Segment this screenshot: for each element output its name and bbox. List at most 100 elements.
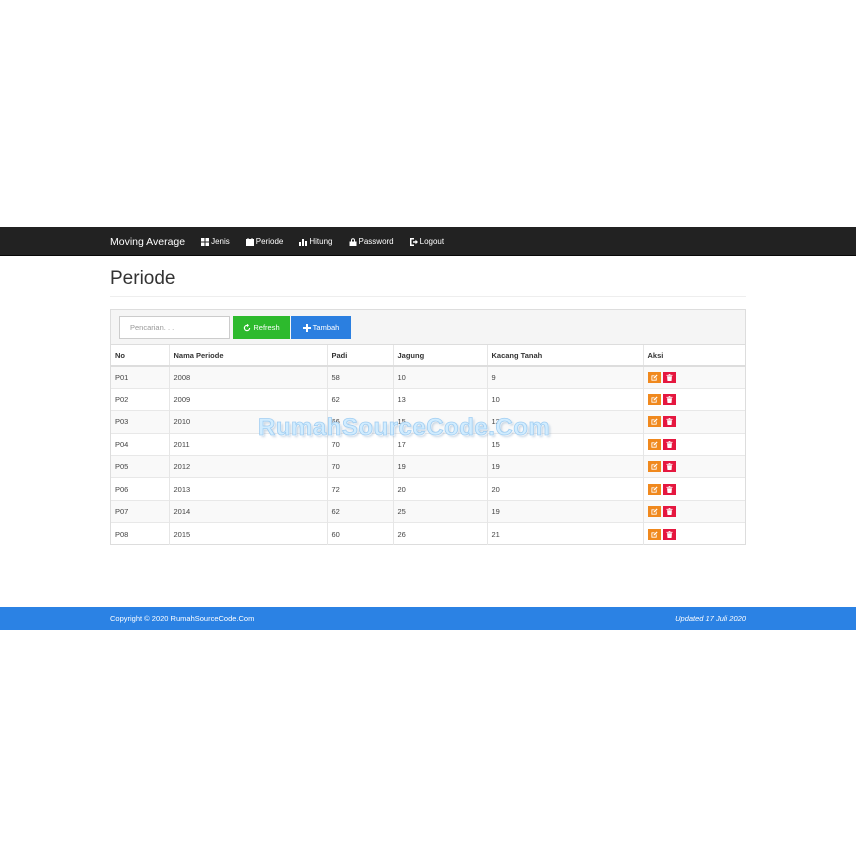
delete-button[interactable] <box>662 506 676 518</box>
cell-nama-periode: 2010 <box>169 410 328 434</box>
edit-icon <box>650 463 658 470</box>
delete-button[interactable] <box>662 528 676 540</box>
cell-jagung: 17 <box>393 432 488 456</box>
cell-aksi <box>643 499 745 523</box>
edit-button[interactable] <box>647 506 661 518</box>
footer-updated: Updated 17 Juli 2020 <box>675 614 746 623</box>
cell-no: P08 <box>111 522 170 546</box>
cell-jagung: 20 <box>393 477 488 501</box>
calendar-icon <box>245 237 254 246</box>
header-nama-periode: Nama Periode <box>169 345 328 367</box>
edit-button[interactable] <box>647 371 661 383</box>
nav-item-periode[interactable]: Periode <box>245 237 284 246</box>
delete-button[interactable] <box>662 371 676 383</box>
table-row: P02 2009 62 13 10 <box>111 387 745 411</box>
trash-icon <box>665 440 673 448</box>
trash-icon <box>665 530 673 538</box>
cell-aksi <box>643 387 745 411</box>
trash-icon <box>665 463 673 471</box>
header-kacang-tanah: Kacang Tanah <box>487 345 644 367</box>
trash-icon <box>665 396 673 404</box>
cell-padi: 70 <box>327 432 394 456</box>
nav-item-jenis[interactable]: Jenis <box>201 237 230 246</box>
edit-icon <box>650 486 658 493</box>
add-button-label: Tambah <box>312 323 340 332</box>
cell-jagung: 19 <box>393 455 488 478</box>
search-input[interactable] <box>119 316 230 339</box>
table-header-row: No Nama Periode Padi Jagung Kacang Tanah… <box>111 345 745 367</box>
header-no: No <box>111 345 170 367</box>
row-actions <box>647 528 742 540</box>
cell-jagung: 25 <box>393 499 488 523</box>
cell-no: P02 <box>111 387 170 411</box>
row-actions <box>647 371 742 383</box>
nav-item-password[interactable]: Password <box>349 237 394 246</box>
edit-icon <box>650 531 658 538</box>
top-navbar: Moving Average Jenis Periode Hitung Pass… <box>0 227 856 256</box>
cell-kacang-tanah: 15 <box>487 432 644 456</box>
row-actions <box>647 438 742 450</box>
row-actions <box>647 483 742 495</box>
footer-copyright: Copyright © 2020 RumahSourceCode.Com <box>110 614 255 623</box>
cell-aksi <box>643 477 745 501</box>
row-actions <box>647 461 742 473</box>
delete-button[interactable] <box>662 461 676 473</box>
edit-icon <box>650 374 658 381</box>
nav-item-hitung[interactable]: Hitung <box>299 237 333 246</box>
header-aksi: Aksi <box>643 345 745 367</box>
edit-icon <box>650 396 658 403</box>
table-row: P04 2011 70 17 15 <box>111 432 745 456</box>
delete-button[interactable] <box>662 416 676 428</box>
cell-no: P05 <box>111 455 170 478</box>
table-row: P07 2014 62 25 19 <box>111 499 745 523</box>
nav-item-label: Logout <box>419 237 445 246</box>
cell-nama-periode: 2008 <box>169 365 328 389</box>
cell-kacang-tanah: 20 <box>487 477 644 501</box>
cell-nama-periode: 2015 <box>169 522 328 546</box>
cell-nama-periode: 2014 <box>169 499 328 523</box>
cell-padi: 58 <box>327 365 394 389</box>
periode-table: No Nama Periode Padi Jagung Kacang Tanah… <box>111 345 745 546</box>
row-actions <box>647 394 742 406</box>
add-button[interactable]: Tambah <box>291 316 351 339</box>
cell-aksi <box>643 365 745 389</box>
edit-button[interactable] <box>647 528 661 540</box>
delete-button[interactable] <box>662 483 676 495</box>
cell-aksi <box>643 410 745 434</box>
row-actions <box>647 506 742 518</box>
table-toolbar: Refresh Tambah <box>111 310 745 345</box>
lock-icon <box>349 237 356 246</box>
cell-jagung: 13 <box>393 387 488 411</box>
cell-no: P03 <box>111 410 170 434</box>
cell-kacang-tanah: 10 <box>487 387 644 411</box>
plus-icon <box>302 323 311 332</box>
table-row: P05 2012 70 19 19 <box>111 455 745 478</box>
log-out-icon <box>409 237 418 246</box>
header-padi: Padi <box>327 345 394 367</box>
footer: Copyright © 2020 RumahSourceCode.Com Upd… <box>0 607 856 630</box>
trash-icon <box>665 485 673 493</box>
edit-button[interactable] <box>647 483 661 495</box>
header-jagung: Jagung <box>393 345 488 367</box>
cell-no: P06 <box>111 477 170 501</box>
nav-item-label: Periode <box>255 237 284 246</box>
edit-icon <box>650 418 658 426</box>
navbar-brand[interactable]: Moving Average <box>110 236 185 248</box>
cell-no: P01 <box>111 365 170 389</box>
cell-jagung: 15 <box>393 410 488 434</box>
cell-jagung: 26 <box>393 522 488 546</box>
edit-button[interactable] <box>647 438 661 450</box>
cell-padi: 72 <box>327 477 394 501</box>
row-actions <box>647 416 742 428</box>
edit-button[interactable] <box>647 416 661 428</box>
nav-item-label: Password <box>358 237 394 246</box>
refresh-button[interactable]: Refresh <box>233 316 290 339</box>
cell-padi: 62 <box>327 499 394 523</box>
edit-button[interactable] <box>647 394 661 406</box>
delete-button[interactable] <box>662 438 676 450</box>
th-large-icon <box>201 237 210 246</box>
delete-button[interactable] <box>662 394 676 406</box>
nav-item-logout[interactable]: Logout <box>409 237 445 246</box>
cell-padi: 66 <box>327 410 394 434</box>
edit-button[interactable] <box>647 461 661 473</box>
